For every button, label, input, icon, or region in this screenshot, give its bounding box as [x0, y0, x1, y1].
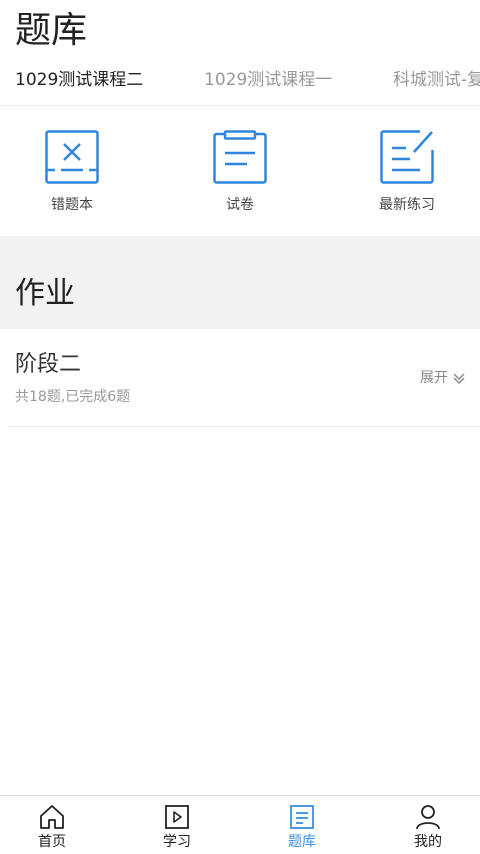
wrong-book-label: 错题本 [51, 197, 93, 213]
homework-section-header: 作业 [0, 236, 480, 329]
latest-practice-label: 最新练习 [379, 197, 435, 213]
expand-button[interactable]: 展开 [420, 368, 466, 388]
question-bank-icon [290, 805, 314, 829]
play-icon [165, 805, 189, 829]
practice-edit-icon [380, 130, 434, 184]
tab-home[interactable]: 首页 [0, 796, 112, 854]
tab-question-bank-label: 题库 [288, 834, 316, 850]
bottom-tab-bar: 首页 学习 题库 我的 [0, 795, 480, 854]
exam-paper-icon [213, 130, 267, 184]
expand-label: 展开 [420, 370, 448, 386]
tab-study-label: 学习 [163, 834, 191, 850]
homework-name: 阶段二 [15, 352, 82, 377]
tab-home-label: 首页 [38, 834, 66, 850]
user-icon [416, 805, 440, 830]
course-tab-1029-course-2[interactable]: 1029测试课程二 [15, 68, 143, 92]
tab-mine[interactable]: 我的 [368, 796, 480, 854]
tool-shortcuts: 错题本 试卷 最新练习 [0, 107, 480, 236]
homework-item[interactable]: 阶段二 共18题,已完成6题 展开 [8, 329, 480, 427]
page-title: 题库 [15, 10, 88, 51]
wrong-book-button[interactable]: 错题本 [0, 107, 152, 236]
homework-progress: 共18题,已完成6题 [15, 389, 131, 405]
exam-paper-button[interactable]: 试卷 [160, 107, 320, 236]
course-tab-kecheng-test[interactable]: 科城测试-复 [393, 68, 480, 92]
course-tab-bar: 1029测试课程二 1029测试课程一 科城测试-复 [0, 60, 480, 106]
latest-practice-button[interactable]: 最新练习 [327, 107, 480, 236]
exam-paper-label: 试卷 [226, 197, 254, 213]
home-icon [40, 805, 64, 829]
wrong-book-icon [45, 130, 99, 184]
tab-mine-label: 我的 [414, 834, 442, 850]
tab-question-bank[interactable]: 题库 [242, 796, 362, 854]
section-title: 作业 [15, 276, 75, 311]
course-tab-1029-course-1[interactable]: 1029测试课程一 [204, 68, 332, 92]
tab-study[interactable]: 学习 [117, 796, 237, 854]
chevron-down-icon [453, 373, 465, 384]
